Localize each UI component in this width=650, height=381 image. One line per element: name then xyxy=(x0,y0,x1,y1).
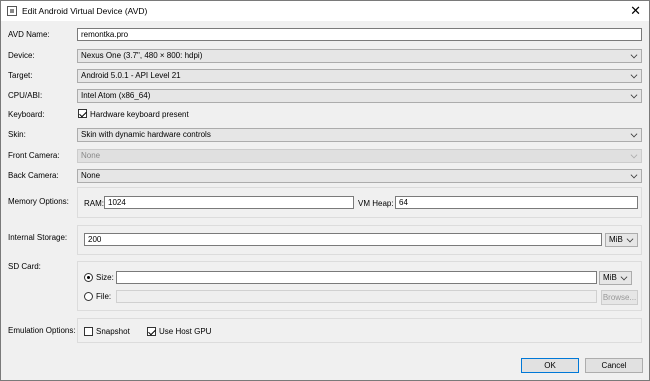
hardware-keyboard-checkbox[interactable] xyxy=(78,109,87,118)
vm-heap-label: VM Heap: xyxy=(358,199,394,208)
sd-card-label: SD Card: xyxy=(8,262,41,271)
chevron-down-icon xyxy=(630,91,638,99)
chevron-down-icon xyxy=(630,171,638,179)
keyboard-label: Keyboard: xyxy=(8,110,45,119)
sd-card-group xyxy=(77,261,642,311)
sd-size-label: Size: xyxy=(96,273,114,282)
cpu-abi-value: Intel Atom (x86_64) xyxy=(81,91,151,100)
ok-button[interactable]: OK xyxy=(521,358,579,373)
chevron-down-icon xyxy=(630,151,638,159)
sd-size-input[interactable] xyxy=(116,271,597,284)
emulation-options-label: Emulation Options: xyxy=(8,326,76,335)
sd-file-label: File: xyxy=(96,292,112,301)
internal-storage-input[interactable]: 200 xyxy=(84,233,602,246)
sd-size-radio[interactable] xyxy=(84,273,93,282)
close-icon[interactable]: ✕ xyxy=(630,3,641,19)
device-value: Nexus One (3.7", 480 × 800: hdpi) xyxy=(81,51,203,60)
avd-name-input[interactable]: remontka.pro xyxy=(77,28,642,41)
use-host-gpu-label: Use Host GPU xyxy=(159,327,212,336)
avd-dialog: Edit Android Virtual Device (AVD) ✕ AVD … xyxy=(0,0,650,381)
front-camera-label: Front Camera: xyxy=(8,151,60,160)
ram-input[interactable]: 1024 xyxy=(104,196,354,209)
front-camera-value: None xyxy=(81,151,101,160)
skin-value: Skin with dynamic hardware controls xyxy=(81,130,211,139)
cpu-abi-select[interactable]: Intel Atom (x86_64) xyxy=(77,89,642,103)
front-camera-select: None xyxy=(77,149,642,163)
browse-button: Browse... xyxy=(601,290,638,305)
cpu-abi-label: CPU/ABI: xyxy=(8,91,43,100)
internal-storage-unit-select[interactable]: MiB xyxy=(605,233,638,247)
chevron-down-icon xyxy=(626,235,634,243)
skin-label: Skin: xyxy=(8,130,26,139)
window-title: Edit Android Virtual Device (AVD) xyxy=(22,6,148,16)
hardware-keyboard-label: Hardware keyboard present xyxy=(90,110,189,119)
skin-select[interactable]: Skin with dynamic hardware controls xyxy=(77,128,642,142)
memory-options-label: Memory Options: xyxy=(8,197,69,206)
ram-label: RAM: xyxy=(84,199,104,208)
target-value: Android 5.0.1 - API Level 21 xyxy=(81,71,181,80)
cancel-button[interactable]: Cancel xyxy=(585,358,643,373)
vm-heap-input[interactable]: 64 xyxy=(395,196,638,209)
sd-file-radio[interactable] xyxy=(84,292,93,301)
snapshot-checkbox[interactable] xyxy=(84,327,93,336)
back-camera-value: None xyxy=(81,171,101,180)
sd-size-unit-value: MiB xyxy=(603,273,617,282)
chevron-down-icon xyxy=(630,71,638,79)
avd-name-label: AVD Name: xyxy=(8,30,50,39)
chevron-down-icon xyxy=(620,273,628,281)
snapshot-label: Snapshot xyxy=(96,327,130,336)
use-host-gpu-checkbox[interactable] xyxy=(147,327,156,336)
device-label: Device: xyxy=(8,51,35,60)
target-label: Target: xyxy=(8,71,33,80)
sd-size-unit-select[interactable]: MiB xyxy=(599,271,632,285)
device-select[interactable]: Nexus One (3.7", 480 × 800: hdpi) xyxy=(77,49,642,63)
back-camera-label: Back Camera: xyxy=(8,171,59,180)
window-icon xyxy=(7,6,17,16)
title-bar: Edit Android Virtual Device (AVD) ✕ xyxy=(1,1,649,21)
chevron-down-icon xyxy=(630,130,638,138)
internal-storage-label: Internal Storage: xyxy=(8,233,68,242)
internal-storage-unit-value: MiB xyxy=(609,235,623,244)
back-camera-select[interactable]: None xyxy=(77,169,642,183)
chevron-down-icon xyxy=(630,51,638,59)
sd-file-input xyxy=(116,290,597,303)
target-select[interactable]: Android 5.0.1 - API Level 21 xyxy=(77,69,642,83)
